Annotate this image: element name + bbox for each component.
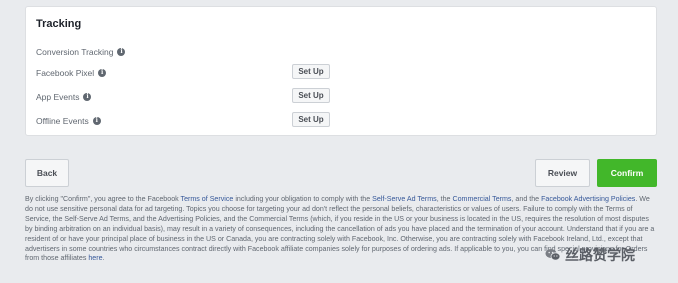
terms-of-service-link[interactable]: Terms of Service [181,195,234,203]
legal-text-part: , and the [511,195,542,203]
legal-text-part: . [102,254,105,263]
info-icon[interactable]: i [83,93,92,101]
confirm-button[interactable]: Confirm [597,159,657,187]
app-events-setup-button[interactable]: Set Up [292,88,330,103]
review-button[interactable]: Review [535,159,590,187]
legal-text-part: By clicking "Confirm", you agree to the … [25,195,181,203]
advertising-policies-link[interactable]: Facebook Advertising Policies [541,195,635,203]
legal-text-part: including your obligation to comply with… [233,195,373,203]
conversion-tracking-label: Conversion Tracking [36,47,114,57]
wechat-logo-icon [545,249,561,261]
legal-text-part: , the [436,195,453,203]
app-events-row: App Events i [36,92,92,102]
app-events-label: App Events [36,92,80,102]
back-button[interactable]: Back [25,159,69,187]
offline-events-setup-button[interactable]: Set Up [292,112,330,127]
watermark-text: 丝路赞学院 [565,247,635,263]
conversion-tracking-row: Conversion Tracking i [36,47,126,57]
self-serve-ad-terms-link[interactable]: Self-Serve Ad Terms [372,195,437,203]
tracking-card: Tracking Conversion Tracking i Facebook … [25,6,657,136]
facebook-pixel-setup-button[interactable]: Set Up [292,64,330,79]
watermark: 丝路赞学院 [545,245,635,265]
facebook-pixel-row: Facebook Pixel i [36,68,107,78]
facebook-pixel-label: Facebook Pixel [36,68,95,78]
offline-events-label: Offline Events [36,116,89,126]
info-icon[interactable]: i [98,69,107,77]
here-link[interactable]: here [88,254,102,262]
offline-events-row: Offline Events i [36,116,101,126]
tracking-title: Tracking [36,18,82,30]
footer-actions: Back Review Confirm [25,159,657,187]
info-icon[interactable]: i [92,117,101,125]
commercial-terms-link[interactable]: Commercial Terms [452,195,511,203]
info-icon[interactable]: i [117,48,126,56]
